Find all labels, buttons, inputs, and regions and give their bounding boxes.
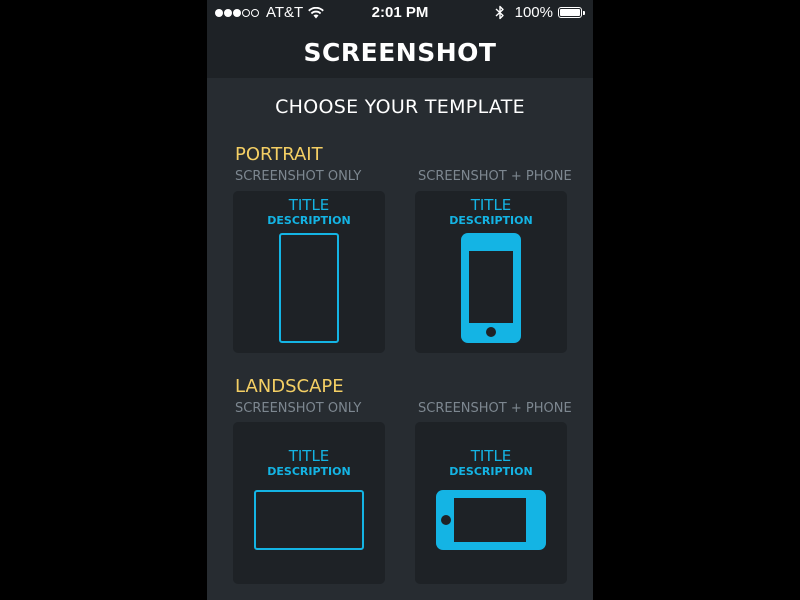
- caption-landscape-screenshot-phone: SCREENSHOT + PHONE: [418, 401, 572, 416]
- phone-screen: AT&T 2:01 PM 100% SCREENSHOT CHOOSE YOUR…: [207, 0, 593, 600]
- card-title: TITLE: [288, 447, 330, 465]
- card-title: TITLE: [470, 196, 512, 214]
- choose-template-heading: CHOOSE YOUR TEMPLATE: [275, 96, 525, 118]
- landscape-screen-outline-icon: [254, 490, 364, 550]
- card-title: TITLE: [288, 196, 330, 214]
- landscape-phone-icon: [436, 490, 546, 550]
- template-card-portrait-screenshot-only[interactable]: TITLE DESCRIPTION: [233, 191, 385, 353]
- status-bar: AT&T 2:01 PM 100%: [207, 0, 593, 26]
- battery-percentage: 100%: [514, 4, 553, 21]
- bluetooth-icon: [495, 5, 504, 20]
- caption-landscape-screenshot-only: SCREENSHOT ONLY: [235, 401, 362, 416]
- battery-icon: [558, 7, 585, 18]
- caption-portrait-screenshot-only: SCREENSHOT ONLY: [235, 169, 362, 184]
- section-label-landscape: LANDSCAPE: [235, 376, 344, 397]
- caption-portrait-screenshot-phone: SCREENSHOT + PHONE: [418, 169, 572, 184]
- section-label-portrait: PORTRAIT: [235, 144, 323, 165]
- card-description: DESCRIPTION: [449, 214, 533, 227]
- portrait-phone-icon: [461, 233, 521, 343]
- template-card-portrait-screenshot-phone[interactable]: TITLE DESCRIPTION: [415, 191, 567, 353]
- template-card-landscape-screenshot-phone[interactable]: TITLE DESCRIPTION: [415, 422, 567, 584]
- card-description: DESCRIPTION: [267, 465, 351, 478]
- template-card-landscape-screenshot-only[interactable]: TITLE DESCRIPTION: [233, 422, 385, 584]
- card-description: DESCRIPTION: [267, 214, 351, 227]
- page-title: SCREENSHOT: [303, 38, 497, 67]
- card-description: DESCRIPTION: [449, 465, 533, 478]
- nav-bar: SCREENSHOT: [207, 26, 593, 78]
- portrait-screen-outline-icon: [279, 233, 339, 343]
- status-right: 100%: [495, 4, 585, 21]
- card-title: TITLE: [470, 447, 512, 465]
